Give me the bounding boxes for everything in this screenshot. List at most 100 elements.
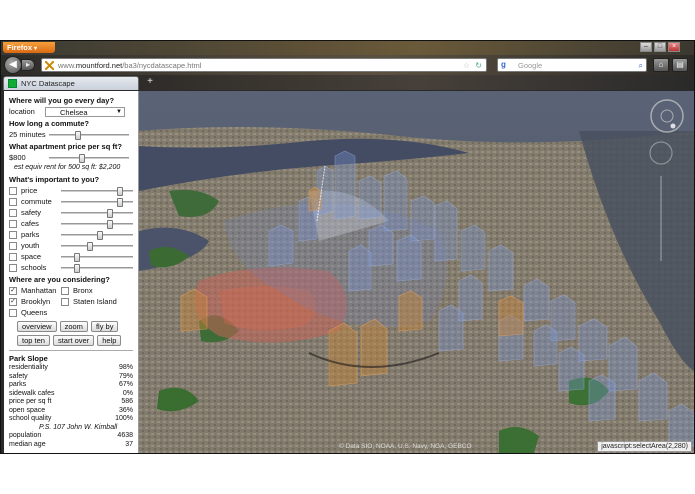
price-importance-slider[interactable] — [61, 186, 133, 196]
borough-bronx[interactable]: Bronx — [61, 285, 131, 296]
firefox-menu-button[interactable]: Firefox — [3, 42, 55, 53]
borough-options: ✓ Manhattan ✓ Brooklyn Queens Bronx Staten… — [9, 285, 133, 318]
space-slider-thumb[interactable] — [74, 252, 81, 262]
brooklyn-label: Brooklyn — [21, 297, 51, 306]
commute-value: 25 minutes — [9, 130, 46, 139]
manhattan-label: Manhattan — [21, 286, 57, 295]
cafes-slider-thumb[interactable] — [107, 219, 114, 229]
zoom-button[interactable]: zoom — [59, 321, 88, 332]
fly-by-button[interactable]: fly by — [90, 321, 119, 332]
safety-slider-thumb[interactable] — [107, 208, 114, 218]
back-arrow-icon[interactable]: ◀ — [4, 56, 22, 74]
reload-icon[interactable]: ↻ — [475, 59, 482, 72]
location-select[interactable]: Chelsea ▼ — [45, 106, 125, 117]
minimize-icon[interactable]: – — [640, 42, 652, 52]
google-engine-icon[interactable]: g — [501, 60, 506, 69]
queens-label: Queens — [21, 308, 48, 317]
location-value: Chelsea — [60, 107, 88, 117]
importance-item-schools: schools — [9, 262, 133, 273]
stat-row: median age 37 — [9, 441, 133, 450]
stat-row: price per sq ft 586 — [9, 398, 133, 407]
overview-button[interactable]: overview — [17, 321, 57, 332]
parks-label: parks — [21, 230, 40, 239]
borough-brooklyn[interactable]: ✓ Brooklyn — [9, 296, 61, 307]
maximize-icon[interactable]: □ — [654, 42, 666, 52]
stat-label: school quality — [9, 415, 52, 422]
price-question: What apartment price per sq ft? — [9, 142, 122, 151]
manhattan-checkbox[interactable]: ✓ — [9, 286, 17, 295]
borough-manhattan[interactable]: ✓ Manhattan — [9, 285, 61, 296]
tab-nyc-datascape[interactable]: NYC Datascape — [3, 76, 139, 90]
home-icon[interactable]: ⌂ — [653, 58, 669, 72]
safety-checkbox[interactable] — [9, 208, 17, 217]
space-importance-slider[interactable] — [61, 252, 133, 262]
commute-question: How long a commute? — [9, 119, 90, 128]
search-icon[interactable]: ⌕ — [639, 59, 643, 72]
top-ten-button[interactable]: top ten — [17, 335, 50, 346]
stat-value: 0% — [122, 389, 133, 397]
commute-checkbox[interactable] — [9, 197, 17, 206]
schools-label: schools — [21, 263, 47, 272]
space-checkbox[interactable] — [9, 252, 17, 261]
price-slider-thumb[interactable] — [78, 153, 85, 163]
queens-checkbox[interactable] — [9, 308, 17, 317]
price-label: price — [21, 186, 38, 195]
parks-checkbox[interactable] — [9, 230, 17, 239]
safety-importance-slider[interactable] — [61, 208, 133, 218]
stat-value: 586 — [121, 398, 133, 405]
youth-checkbox[interactable] — [9, 241, 17, 250]
stat-row: residentiality 98% — [9, 364, 133, 373]
site-favicon-icon — [45, 61, 54, 70]
commute-importance-slider[interactable] — [61, 197, 133, 207]
neighborhood-name: Park Slope — [9, 354, 48, 363]
schools-checkbox[interactable] — [9, 263, 17, 272]
price-value: $800 — [9, 153, 26, 162]
address-bar[interactable]: www.mountford.net/ba3/nycdatascape.html … — [41, 58, 487, 72]
cafes-importance-slider[interactable] — [61, 219, 133, 229]
datascape-sidebar: Where will you go every day? location Ch… — [4, 91, 139, 453]
stat-label: open space — [9, 406, 46, 414]
earth-map-view[interactable]: © Data SIO, NOAA, U.S. Navy, NGA, GEBCO … — [139, 91, 694, 453]
start-over-button[interactable]: start over — [52, 335, 95, 346]
title-bar: Firefox – □ × — [1, 41, 694, 55]
stat-row: parks 67% — [9, 381, 133, 390]
bronx-checkbox[interactable] — [61, 286, 69, 295]
borough-staten-island[interactable]: Staten Island — [61, 296, 131, 307]
commute-slider-thumb[interactable] — [74, 130, 81, 140]
forward-arrow-icon[interactable]: ▸ — [21, 59, 35, 71]
commute-slider[interactable] — [49, 130, 129, 140]
tab-title: NYC Datascape — [21, 79, 75, 88]
stat-value: 98% — [118, 364, 133, 371]
tab-strip: NYC Datascape + — [1, 75, 694, 90]
importance-item-space: space — [9, 251, 133, 262]
price-slider[interactable] — [49, 153, 129, 163]
youth-slider-thumb[interactable] — [87, 241, 94, 251]
brooklyn-checkbox[interactable]: ✓ — [9, 297, 17, 306]
price-checkbox[interactable] — [9, 186, 17, 195]
space-label: space — [21, 252, 42, 261]
youth-importance-slider[interactable] — [61, 241, 133, 251]
satellite-terrain[interactable] — [139, 91, 694, 453]
bookmarks-icon[interactable]: ▤ — [672, 58, 688, 72]
importance-item-price: price — [9, 185, 133, 196]
close-icon[interactable]: × — [668, 42, 680, 52]
divider — [9, 350, 133, 351]
new-tab-button[interactable]: + — [144, 77, 156, 88]
help-button[interactable]: help — [97, 335, 122, 346]
schools-importance-slider[interactable] — [61, 263, 133, 273]
bookmark-star-icon[interactable]: ☆ — [463, 59, 470, 72]
commute-slider-thumb[interactable] — [117, 197, 124, 207]
borough-queens[interactable]: Queens — [9, 307, 61, 318]
cafes-checkbox[interactable] — [9, 219, 17, 228]
search-bar[interactable]: g Google ⌕ — [497, 58, 647, 72]
cafes-label: cafes — [21, 219, 39, 228]
staten-island-checkbox[interactable] — [61, 297, 69, 306]
school-name: P.S. 107 John W. Kimball — [39, 423, 118, 431]
stat-label: safety — [9, 372, 28, 380]
schools-slider-thumb[interactable] — [74, 263, 81, 273]
stat-label: sidewalk cafes — [9, 389, 55, 397]
parks-importance-slider[interactable] — [61, 230, 133, 240]
stat-label: parks — [9, 381, 27, 388]
parks-slider-thumb[interactable] — [97, 230, 104, 240]
price-slider-thumb[interactable] — [117, 186, 124, 196]
